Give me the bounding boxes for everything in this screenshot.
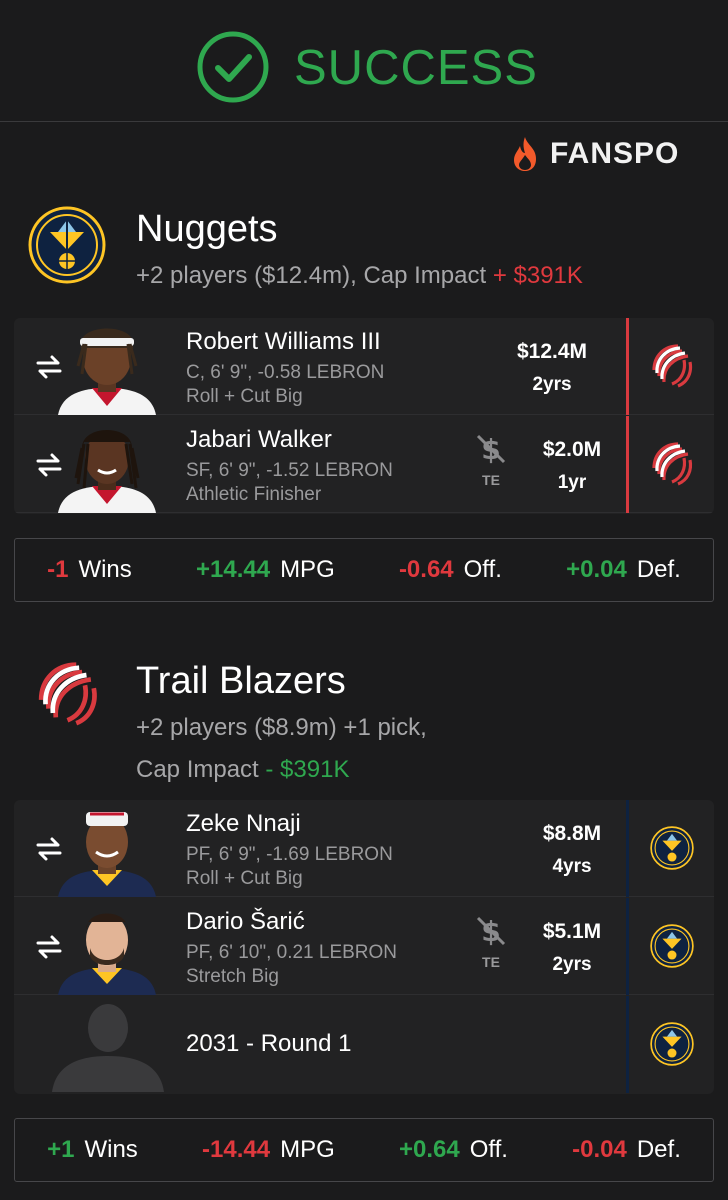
player-name[interactable]: Jabari Walker [186, 426, 332, 454]
player-name[interactable]: Zeke Nnaji [186, 810, 301, 838]
team-divider [626, 318, 629, 415]
player-contract-years: 2yrs [552, 954, 592, 975]
draft-pick-row[interactable]: 2031 - Round 1 [14, 996, 714, 1093]
team-divider [626, 800, 629, 897]
no-dollar-icon: $ [476, 433, 506, 466]
placeholder-avatar-icon [52, 1004, 164, 1092]
player-info: SF, 6' 9", -1.52 LEBRON [186, 460, 393, 481]
stat-wins: -1 Wins [47, 556, 132, 584]
stat-mpg: +14.44 MPG [196, 556, 335, 584]
player-name[interactable]: Dario Šarić [186, 908, 305, 936]
trade-exception: $ TE [472, 912, 510, 970]
nuggets-summary: +2 players ($12.4m), Cap Impact + $391K [136, 262, 583, 290]
flame-icon [514, 137, 536, 171]
nuggets-logo-icon [28, 206, 106, 284]
trade-exception: $ TE [472, 430, 510, 488]
blazers-stats-bar: +1 Wins -14.44 MPG +0.64 Off. -0.04 Def. [14, 1118, 714, 1182]
stat-value: -0.04 [572, 1136, 627, 1163]
player-contract-years: 1yr [557, 472, 587, 493]
stat-label: Def. [636, 556, 681, 583]
player-info: PF, 6' 9", -1.69 LEBRON [186, 844, 393, 865]
player-salary: $8.8M [542, 822, 602, 845]
team-divider [626, 996, 629, 1093]
blazers-summary-line1: +2 players ($8.9m) +1 pick, [136, 714, 427, 741]
status-header: SUCCESS [0, 0, 728, 122]
stat-off: -0.64 Off. [399, 556, 502, 584]
stat-value: +0.04 [566, 556, 627, 583]
player-salary: $5.1M [542, 920, 602, 943]
status-title: SUCCESS [294, 41, 538, 95]
stat-value: +0.64 [398, 1136, 460, 1163]
stat-label: Wins [84, 1136, 138, 1163]
player-row[interactable]: Dario Šarić PF, 6' 10", 0.21 LEBRON Stre… [14, 898, 714, 995]
no-dollar-icon: $ [476, 915, 506, 948]
stat-wins: +1 Wins [47, 1136, 138, 1164]
stat-label: Off. [463, 556, 502, 583]
player-role: Stretch Big [186, 966, 279, 987]
stat-label: MPG [280, 556, 335, 583]
player-salary: $12.4M [516, 340, 588, 363]
nuggets-summary-text: +2 players ($12.4m), Cap Impact [136, 262, 487, 289]
player-info: PF, 6' 10", 0.21 LEBRON [186, 942, 398, 963]
stat-mpg: -14.44 MPG [202, 1136, 335, 1164]
stat-value: -14.44 [202, 1136, 271, 1163]
te-label: TE [482, 472, 500, 488]
nuggets-logo-icon[interactable] [650, 1022, 694, 1066]
player-info: C, 6' 9", -0.58 LEBRON [186, 362, 385, 383]
player-name[interactable]: Robert Williams III [186, 328, 381, 356]
nuggets-logo-icon[interactable] [650, 924, 694, 968]
te-label: TE [482, 954, 500, 970]
blazers-logo-icon[interactable] [648, 438, 694, 490]
stat-label: MPG [280, 1136, 335, 1163]
nuggets-cap-impact: + $391K [492, 262, 583, 289]
brand-name: FANSPO [550, 137, 680, 170]
player-contract-years: 4yrs [552, 856, 592, 877]
blazers-logo-icon [38, 662, 97, 726]
stat-label: Def. [636, 1136, 681, 1163]
blazers-players-card: Zeke Nnaji PF, 6' 9", -1.69 LEBRON Roll … [14, 800, 714, 1094]
player-role: Roll + Cut Big [186, 386, 303, 407]
stat-value: -0.64 [398, 556, 454, 583]
nuggets-team-name: Nuggets [136, 208, 278, 250]
player-row[interactable]: Zeke Nnaji PF, 6' 9", -1.69 LEBRON Roll … [14, 800, 714, 897]
stat-label: Off. [469, 1136, 508, 1163]
player-row[interactable]: Jabari Walker SF, 6' 9", -1.52 LEBRON At… [14, 416, 714, 513]
player-salary: $2.0M [542, 438, 602, 461]
blazers-summary-text: Cap Impact [136, 756, 259, 783]
check-circle-icon [197, 31, 269, 103]
team-divider [626, 898, 629, 995]
stat-value: -1 [47, 556, 69, 583]
team-divider [626, 416, 629, 513]
stat-def: +0.04 Def. [566, 556, 681, 584]
player-headshot [58, 812, 156, 897]
blazers-logo-icon[interactable] [648, 340, 694, 392]
player-contract-years: 2yrs [532, 374, 572, 395]
stat-off: +0.64 Off. [399, 1136, 508, 1164]
stat-value: +1 [47, 1136, 75, 1163]
brand-logo: FANSPO [508, 134, 679, 174]
player-headshot [58, 430, 156, 513]
blazers-cap-impact: - $391K [265, 756, 350, 783]
nuggets-stats-bar: -1 Wins +14.44 MPG -0.64 Off. +0.04 Def. [14, 538, 714, 602]
player-role: Athletic Finisher [186, 484, 322, 505]
nuggets-players-card: Robert Williams III C, 6' 9", -0.58 LEBR… [14, 318, 714, 514]
draft-pick-label[interactable]: 2031 - Round 1 [186, 1030, 351, 1058]
player-headshot [58, 913, 156, 995]
stat-value: +14.44 [195, 556, 271, 583]
nuggets-logo-icon[interactable] [650, 826, 694, 870]
blazers-team-name: Trail Blazers [136, 660, 346, 702]
player-row[interactable]: Robert Williams III C, 6' 9", -0.58 LEBR… [14, 318, 714, 415]
stat-def: -0.04 Def. [572, 1136, 681, 1164]
player-role: Roll + Cut Big [186, 868, 303, 889]
stat-label: Wins [78, 556, 132, 583]
blazers-summary-line2: Cap Impact - $391K [136, 756, 349, 784]
player-headshot [58, 328, 156, 415]
